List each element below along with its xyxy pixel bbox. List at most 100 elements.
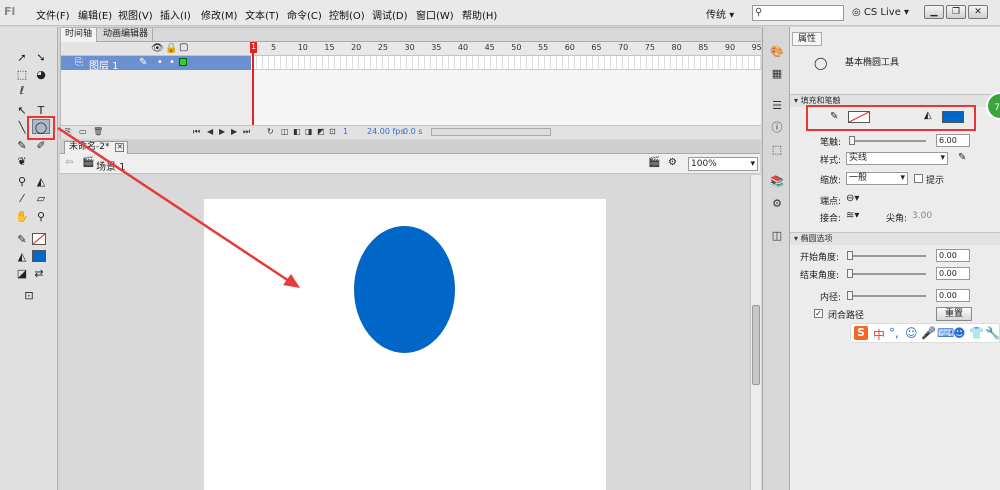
start-angle-value[interactable]: 0.00 bbox=[936, 249, 970, 262]
keyboard-icon[interactable]: ⌨ bbox=[937, 326, 954, 340]
free-transform-tool-icon[interactable]: ⬚ bbox=[13, 67, 31, 82]
hand-tool-icon[interactable]: ✋ bbox=[13, 209, 31, 224]
end-angle-slider-knob[interactable] bbox=[847, 269, 853, 278]
first-frame-icon[interactable]: ⏮ bbox=[193, 127, 200, 137]
ime-mode[interactable]: 中 bbox=[873, 326, 885, 343]
delete-icon[interactable]: 🗑 bbox=[93, 127, 103, 136]
inner-radius-slider-track[interactable] bbox=[848, 295, 926, 297]
new-folder-icon[interactable]: ▭ bbox=[79, 127, 87, 136]
miter-value[interactable]: 3.00 bbox=[912, 211, 932, 221]
edit-symbols-icon[interactable]: ⚙ bbox=[668, 157, 677, 168]
frame-ruler[interactable]: 5 10 15 20 25 30 35 40 45 50 55 60 65 70 75 80 85 90 95 bbox=[251, 42, 762, 56]
oval-options-section[interactable]: ▾ 椭圆选项 bbox=[790, 232, 1000, 245]
lock-dot[interactable]: • bbox=[169, 57, 175, 68]
close-button[interactable]: ✕ bbox=[968, 5, 988, 19]
join-select[interactable]: ≋▾ bbox=[846, 210, 859, 221]
selection-tool-icon[interactable]: ➚ bbox=[13, 50, 31, 65]
menu-edit[interactable]: 编辑(E) bbox=[78, 7, 112, 22]
tab-motion-editor[interactable]: 动画编辑器 bbox=[99, 28, 154, 42]
lock-icon[interactable]: 🔒 bbox=[165, 43, 177, 54]
menu-modify[interactable]: 修改(M) bbox=[201, 7, 237, 22]
menu-insert[interactable]: 插入(I) bbox=[160, 7, 191, 22]
skin-icon[interactable]: 👕 bbox=[969, 326, 984, 340]
eyedropper-tool-icon[interactable]: ⁄ bbox=[13, 191, 31, 206]
cap-select[interactable]: ⊖▾ bbox=[846, 193, 859, 204]
menu-commands[interactable]: 命令(C) bbox=[287, 7, 322, 22]
edit-stroke-style-icon[interactable]: ✎ bbox=[958, 152, 966, 163]
lasso-tool-icon[interactable]: ℓ bbox=[13, 83, 31, 98]
transform-panel-icon[interactable]: ⬚ bbox=[769, 143, 785, 157]
components-panel-icon[interactable]: ⚙ bbox=[769, 197, 785, 211]
3d-rotation-tool-icon[interactable]: ◕ bbox=[32, 67, 50, 82]
back-arrow-icon[interactable]: ⇦ bbox=[65, 157, 73, 168]
stroke-value[interactable]: 6.00 bbox=[936, 134, 970, 147]
minimize-button[interactable]: ▁ bbox=[924, 5, 944, 19]
frame-rate[interactable]: 24.00 fps bbox=[367, 127, 405, 136]
tab-properties[interactable]: 属性 bbox=[792, 32, 823, 46]
onion-outline-icon[interactable]: ◨ bbox=[305, 127, 313, 136]
end-angle-value[interactable]: 0.00 bbox=[936, 267, 970, 280]
fill-color-swatch[interactable] bbox=[942, 111, 964, 123]
swatches-panel-icon[interactable]: ▦ bbox=[769, 67, 785, 81]
zoom-select[interactable]: 100% ▾ bbox=[688, 157, 758, 171]
stroke-color-swatch[interactable] bbox=[32, 233, 46, 245]
menu-help[interactable]: 帮助(H) bbox=[462, 7, 497, 22]
fill-color-icon[interactable]: ◭ bbox=[13, 249, 31, 264]
stroke-slider-knob[interactable] bbox=[849, 136, 855, 145]
user-icon[interactable]: ☻ bbox=[953, 326, 966, 340]
emoji-icon[interactable]: ☺ bbox=[905, 326, 918, 340]
search-input[interactable]: ⚲ bbox=[752, 5, 844, 21]
microphone-icon[interactable]: 🎤 bbox=[921, 326, 936, 340]
close-icon[interactable]: ✕ bbox=[115, 143, 125, 152]
onion-skin-icon[interactable]: ◧ bbox=[293, 127, 301, 136]
cs-live-button[interactable]: ◎ CS Live ▾ bbox=[852, 7, 909, 18]
edit-multiple-icon[interactable]: ◩ bbox=[317, 127, 325, 136]
align-panel-icon[interactable]: ☰ bbox=[769, 99, 785, 113]
close-path-checkbox[interactable]: ✓ bbox=[814, 309, 823, 318]
last-frame-icon[interactable]: ⏭ bbox=[243, 127, 250, 137]
new-layer-icon[interactable]: ⎘ bbox=[65, 127, 71, 137]
stage-canvas[interactable] bbox=[204, 199, 606, 490]
visibility-dot[interactable]: • bbox=[157, 57, 163, 68]
frames-row[interactable] bbox=[251, 56, 761, 70]
eraser-tool-icon[interactable]: ▱ bbox=[32, 191, 50, 206]
black-white-icon[interactable]: ◪ bbox=[13, 266, 31, 281]
menu-file[interactable]: 文件(F) bbox=[36, 7, 70, 22]
end-angle-slider-track[interactable] bbox=[848, 273, 926, 275]
scene-name[interactable]: 场景 1 bbox=[96, 158, 126, 173]
fill-color-swatch[interactable] bbox=[32, 250, 46, 262]
blue-ellipse-shape[interactable] bbox=[354, 226, 455, 353]
document-tab[interactable]: 未命名-2* ✕ bbox=[64, 141, 129, 154]
pencil-tool-icon[interactable]: ✎ bbox=[13, 138, 31, 153]
edit-scene-icon[interactable]: 🎬 bbox=[648, 157, 660, 168]
subselection-tool-icon[interactable]: ➘ bbox=[32, 50, 50, 65]
info-panel-icon[interactable]: ⓘ bbox=[769, 121, 785, 135]
color-panel-icon[interactable]: 🎨 bbox=[769, 45, 785, 59]
step-back-icon[interactable]: ◀ bbox=[207, 127, 213, 136]
object-drawing-icon[interactable]: ⊡ bbox=[20, 288, 38, 303]
layer-row[interactable]: ⎘ 图层 1 ✎ • • bbox=[61, 56, 251, 72]
step-forward-icon[interactable]: ▶ bbox=[231, 127, 237, 136]
punctuation-icon[interactable]: °, bbox=[889, 326, 899, 340]
menu-window[interactable]: 窗口(W) bbox=[416, 7, 454, 22]
workspace-switcher[interactable]: 传统 ▾ bbox=[706, 6, 734, 21]
stage-vertical-scrollbar[interactable] bbox=[750, 175, 761, 490]
hint-checkbox[interactable] bbox=[914, 174, 923, 183]
restore-button[interactable]: ❐ bbox=[946, 5, 966, 19]
stroke-color-icon[interactable]: ✎ bbox=[13, 232, 31, 247]
scrollbar-thumb[interactable] bbox=[752, 305, 760, 385]
paint-bucket-tool-icon[interactable]: ◭ bbox=[32, 174, 50, 189]
library-panel-icon[interactable]: 📚 bbox=[769, 175, 785, 189]
settings-icon[interactable]: 🔧 bbox=[985, 326, 1000, 340]
scale-select[interactable]: 一般 ▾ bbox=[846, 172, 908, 185]
ime-logo[interactable]: S bbox=[854, 326, 868, 340]
stroke-style-select[interactable]: 实线 ▾ bbox=[846, 152, 948, 165]
zoom-tool-icon[interactable]: ⚲ bbox=[32, 209, 50, 224]
timeline-hscroll[interactable] bbox=[431, 128, 551, 136]
reset-button[interactable]: 重置 bbox=[936, 307, 972, 321]
menu-text[interactable]: 文本(T) bbox=[245, 7, 279, 22]
menu-control[interactable]: 控制(O) bbox=[329, 7, 365, 22]
tab-timeline[interactable]: 时间轴 bbox=[61, 28, 98, 42]
center-frame-icon[interactable]: ◫ bbox=[281, 127, 289, 136]
stroke-color-swatch[interactable] bbox=[848, 111, 870, 123]
